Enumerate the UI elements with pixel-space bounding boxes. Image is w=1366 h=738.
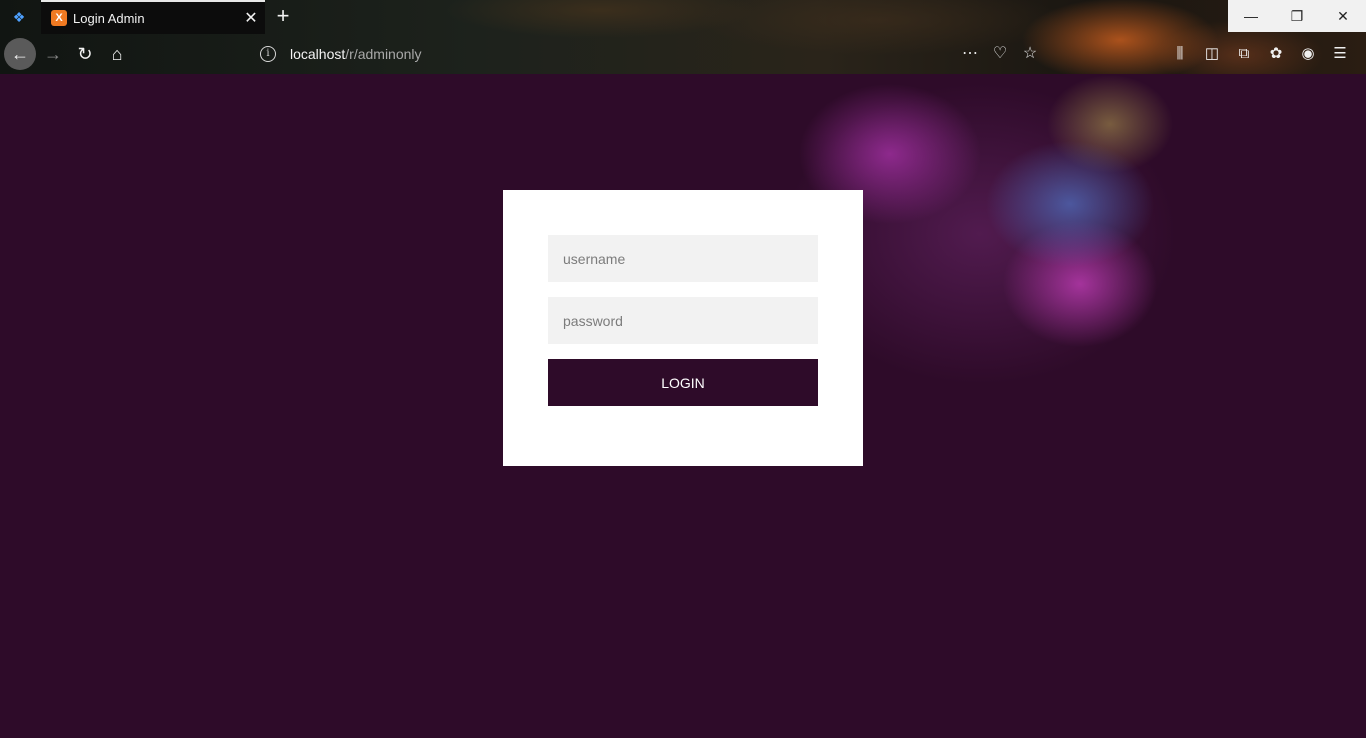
restore-button[interactable]: ❐ xyxy=(1274,0,1320,32)
tab-title: Login Admin xyxy=(73,10,145,26)
page-body: LOGIN xyxy=(0,74,1366,738)
toolbar-right: ⫼ ◫ ⧉ ✿ ◉ ☰ xyxy=(1168,42,1352,66)
library-icon[interactable]: ⫼ xyxy=(1168,42,1192,66)
page-actions: ⋯ ♡ ☆ xyxy=(960,42,1040,66)
login-form: LOGIN xyxy=(503,190,863,466)
navigation-toolbar: ← → ↻ ⌂ i localhost/r/adminonly ⋯ ♡ ☆ ⫼ … xyxy=(0,34,1366,74)
account-icon[interactable]: ◉ xyxy=(1296,42,1320,66)
username-input[interactable] xyxy=(548,235,818,282)
url-host: localhost xyxy=(290,46,346,62)
extension-icon[interactable]: ✿ xyxy=(1264,42,1288,66)
login-button[interactable]: LOGIN xyxy=(548,359,818,406)
screenshot-icon[interactable]: ⧉ xyxy=(1232,42,1256,66)
tab-bar: ❖ X Login Admin ✕ + — ❐ ✕ xyxy=(0,0,1366,34)
bookmark-star-icon[interactable]: ☆ xyxy=(1020,42,1040,66)
window-controls: — ❐ ✕ xyxy=(1228,0,1366,32)
browser-chrome: ❖ X Login Admin ✕ + — ❐ ✕ ← → ↻ ⌂ i loca… xyxy=(0,0,1366,74)
minimize-button[interactable]: — xyxy=(1228,0,1274,32)
menu-hamburger-icon[interactable]: ☰ xyxy=(1328,42,1352,66)
pocket-icon[interactable]: ♡ xyxy=(990,42,1010,66)
close-tab-icon[interactable]: ✕ xyxy=(237,8,265,28)
address-bar[interactable]: i localhost/r/adminonly xyxy=(252,40,1052,68)
new-tab-button[interactable]: + xyxy=(270,3,296,29)
close-window-button[interactable]: ✕ xyxy=(1320,0,1366,32)
home-button[interactable]: ⌂ xyxy=(101,38,133,70)
forward-button[interactable]: → xyxy=(37,38,69,70)
password-input[interactable] xyxy=(548,297,818,344)
reload-button[interactable]: ↻ xyxy=(69,38,101,70)
xampp-favicon-icon: X xyxy=(51,10,67,26)
site-info-icon[interactable]: i xyxy=(260,46,276,62)
sidebar-toggle-icon[interactable]: ◫ xyxy=(1200,42,1224,66)
sidebar-extension-icon[interactable]: ❖ xyxy=(8,8,30,26)
page-actions-menu-icon[interactable]: ⋯ xyxy=(960,42,980,66)
back-button[interactable]: ← xyxy=(4,38,36,70)
tab-login-admin[interactable]: X Login Admin ✕ xyxy=(41,0,265,34)
url-path: /r/adminonly xyxy=(345,46,422,62)
